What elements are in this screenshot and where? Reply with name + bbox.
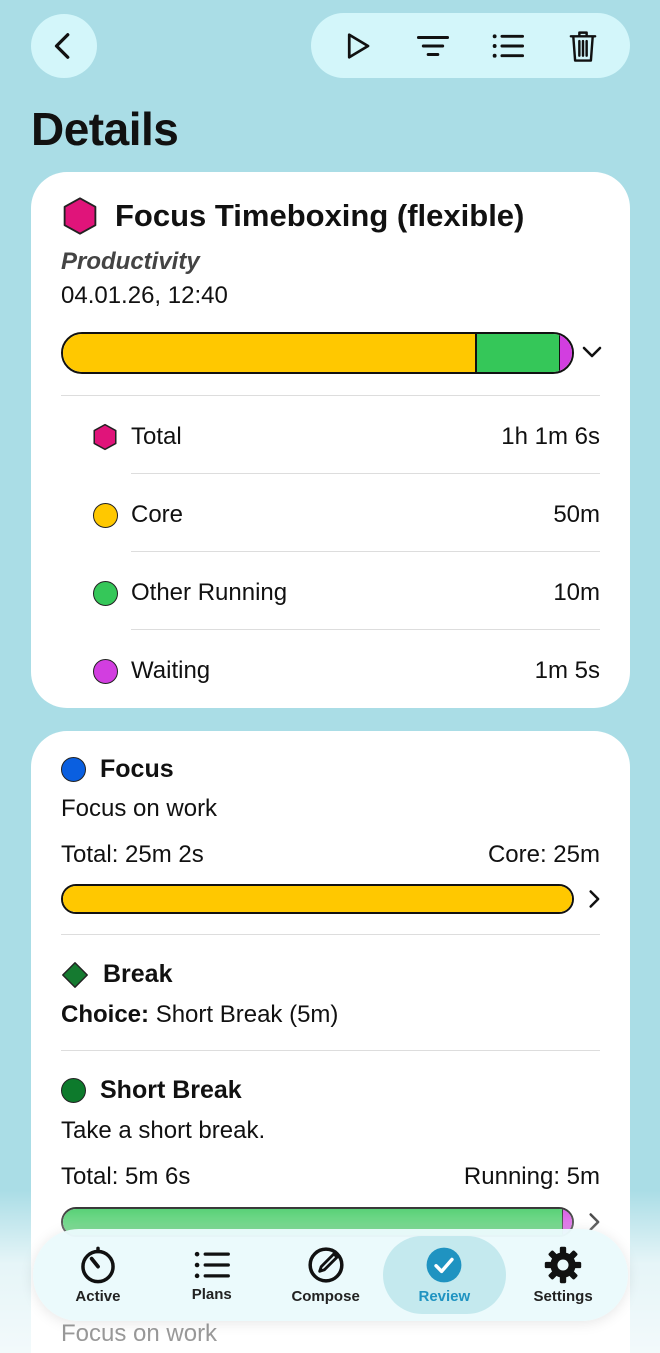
stat-label: Waiting: [131, 657, 211, 684]
divider: [131, 629, 600, 630]
timer-icon: [81, 1246, 115, 1283]
divider: [61, 395, 600, 396]
tab-label: Active: [75, 1287, 121, 1305]
run-title-row: Focus Timeboxing (flexible): [61, 196, 524, 236]
choice-value: Short Break (5m): [155, 1001, 339, 1028]
waiting-dot-icon: [92, 658, 118, 684]
divider: [61, 1050, 600, 1051]
page-title: Details: [31, 103, 179, 155]
run-category: Productivity: [61, 248, 200, 275]
stat-value: 10m: [553, 579, 600, 606]
stat-value: 1h 1m 6s: [501, 423, 600, 450]
back-button[interactable]: [31, 14, 97, 78]
hexagon-icon: [93, 423, 117, 451]
step-description: Take a short break.: [61, 1117, 266, 1144]
run-title: Focus Timeboxing (flexible): [115, 198, 525, 233]
list-icon: [492, 33, 524, 58]
waiting-segment: [559, 334, 572, 372]
tab-label: Plans: [191, 1285, 232, 1303]
stat-row-waiting: Waiting 1m 5s: [31, 631, 630, 709]
stat-value: 50m: [553, 501, 600, 528]
step-name: Focus: [100, 755, 174, 783]
tab-label: Settings: [533, 1287, 593, 1305]
step-total: Total: 5m 6s: [61, 1163, 191, 1190]
compose-icon: [308, 1246, 344, 1283]
core-dot-icon: [92, 502, 118, 528]
other-running-dot-icon: [92, 580, 118, 606]
list-icon: [194, 1251, 230, 1278]
stat-label: Other Running: [131, 579, 288, 606]
step-running: Running: 5m: [463, 1163, 600, 1190]
tab-compose[interactable]: Compose: [269, 1236, 383, 1314]
tab-label: Compose: [291, 1287, 360, 1305]
ghost-step-description: Focus on work: [61, 1320, 218, 1347]
run-date: 04.01.26, 12:40: [61, 282, 228, 309]
stat-label: Core: [131, 501, 184, 528]
step-total: Total: 25m 2s: [61, 841, 204, 868]
filter-button[interactable]: [409, 22, 457, 70]
step-name: Short Break: [100, 1076, 242, 1104]
stat-row-other-running: Other Running 10m: [31, 553, 630, 631]
play-icon: [348, 32, 370, 59]
step-header-focus: Focus: [61, 755, 174, 784]
stat-label: Total: [131, 423, 182, 450]
other-running-segment: [475, 334, 560, 372]
short-break-dot-icon: [61, 1078, 86, 1103]
divider: [131, 473, 600, 474]
diamond-icon: [62, 961, 88, 988]
gear-icon: [544, 1246, 582, 1283]
tab-bar: Active Plans Compose Review Settings: [33, 1229, 628, 1321]
divider: [131, 551, 600, 552]
run-summary-card: Focus Timeboxing (flexible) Productivity…: [31, 172, 630, 708]
stat-row-total: Total 1h 1m 6s: [31, 397, 630, 475]
checkmark-icon: [426, 1247, 462, 1282]
choice-label: Choice:: [61, 1001, 150, 1028]
tab-label: Review: [418, 1287, 471, 1305]
tab-plans[interactable]: Plans: [155, 1236, 269, 1314]
tab-review[interactable]: Review: [382, 1236, 507, 1314]
chevron-down-icon[interactable]: [580, 340, 604, 364]
core-segment: [63, 334, 476, 372]
delete-button[interactable]: [559, 22, 607, 70]
focus-dot-icon: [61, 757, 86, 782]
step-core: Core: 25m: [487, 841, 600, 868]
run-progress-bar: [61, 332, 574, 374]
step-description: Focus on work: [61, 795, 218, 822]
divider: [61, 934, 600, 935]
back-icon: [54, 33, 70, 59]
toolbar: [311, 13, 630, 78]
stat-value: 1m 5s: [534, 657, 600, 684]
core-segment: [63, 886, 572, 912]
filter-icon: [417, 35, 450, 56]
focus-step-bar[interactable]: [61, 884, 574, 914]
chevron-right-icon[interactable]: [584, 889, 604, 909]
hexagon-icon: [63, 197, 97, 235]
trash-icon: [569, 30, 596, 62]
list-button[interactable]: [484, 22, 532, 70]
tab-active[interactable]: Active: [41, 1236, 155, 1314]
stat-row-core: Core 50m: [31, 475, 630, 553]
step-header-break: Break: [61, 960, 173, 989]
step-name: Break: [103, 960, 173, 988]
step-header-short-break: Short Break: [61, 1076, 242, 1105]
step-choice: Choice: Short Break (5m): [61, 1001, 338, 1029]
play-button[interactable]: [334, 22, 382, 70]
tab-settings[interactable]: Settings: [506, 1236, 620, 1314]
